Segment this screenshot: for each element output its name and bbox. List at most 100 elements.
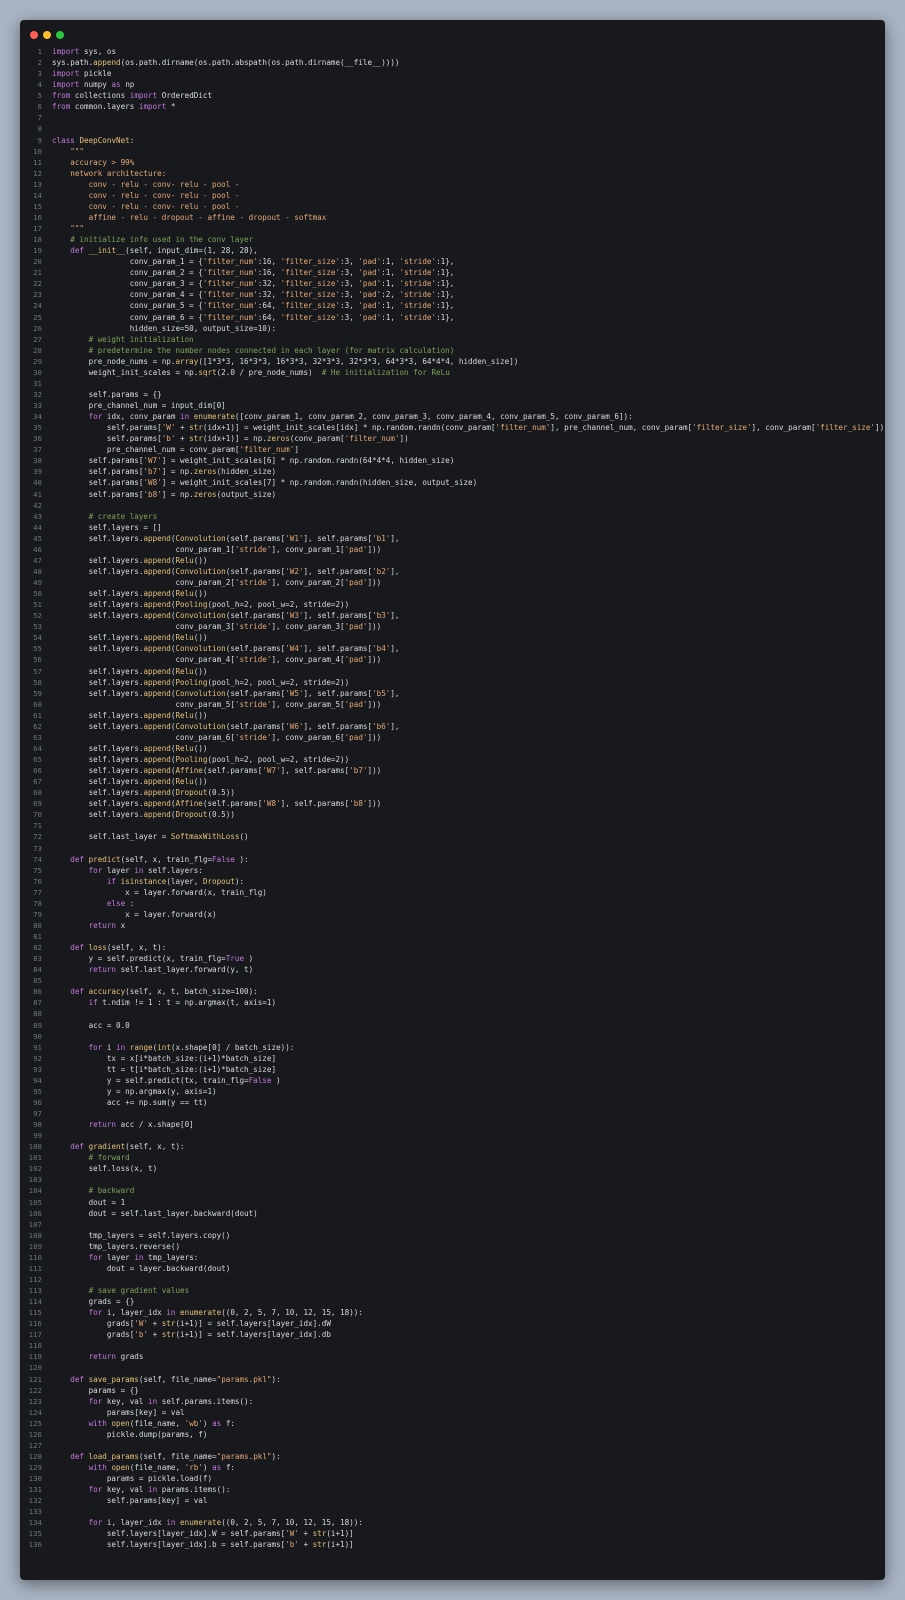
line-number: 48 [33, 566, 42, 576]
code-token: append [143, 589, 171, 599]
code-line: 126 pickle.dump(params, f) [20, 1429, 885, 1440]
code-token: ): [239, 854, 249, 864]
code-token: (2.0 / pre_node_nums) [216, 367, 322, 377]
code-token: y = self.predict(tx, train_flg= [52, 1075, 249, 1085]
code-token: self.layers[layer_idx].W = self.params[ [52, 1529, 286, 1539]
line-number: 80 [33, 920, 42, 930]
maximize-window-button[interactable] [56, 31, 64, 39]
code-line: 81 [20, 931, 885, 942]
close-window-button[interactable] [30, 31, 38, 39]
code-token: # create layers [52, 511, 158, 521]
code-token: append [143, 644, 171, 654]
code-token: 'stride' [234, 655, 272, 665]
code-text: conv_param_4 = {'filter_num':32, 'filter… [52, 289, 455, 300]
line-number: 107 [28, 1219, 42, 1229]
code-token: 'W2' [285, 566, 304, 576]
line-number: 100 [28, 1142, 42, 1152]
code-text: accuracy > 99% [52, 157, 134, 168]
code-token: 'filter_num' [202, 257, 258, 267]
code-token: def [52, 1142, 85, 1152]
code-token: 'filter_size' [280, 279, 341, 289]
code-token: Convolution [175, 533, 226, 543]
code-token: accuracy [88, 987, 126, 997]
code-token: (i+1)] = self.layers[layer_idx].dW [175, 1319, 331, 1329]
code-editor[interactable]: 1 import sys, os 2 sys.path.append(os.path.… [20, 46, 885, 1551]
code-token: ([1*3*3, 16*3*3, 16*3*3, 32*3*3, 32*3*3,… [198, 356, 519, 366]
code-token: 'filter_num' [202, 268, 258, 278]
code-text: self.layers.append(Dropout(0.5)) [52, 809, 235, 820]
code-line: 57 self.layers.append(Relu()) [20, 666, 885, 677]
code-token: self.layers. [52, 721, 144, 731]
code-token: def [52, 1374, 85, 1384]
code-line: 14 conv - relu - conv- relu - pool - [20, 190, 885, 201]
code-text: pickle.dump(params, f) [52, 1429, 208, 1440]
line-number: 7 [37, 113, 42, 123]
code-token: + [298, 1529, 313, 1539]
code-token: in [148, 1396, 158, 1406]
code-token: 'b2' [372, 566, 391, 576]
code-token: str [312, 1540, 327, 1550]
code-token: append [143, 755, 171, 764]
code-token: Affine [175, 799, 203, 809]
code-token: (i+1)] [326, 1540, 354, 1550]
code-token: 'pad' [344, 578, 368, 587]
code-token: :1}, [436, 290, 455, 300]
code-token: True [225, 954, 245, 964]
code-token: 'filter_num' [239, 445, 295, 455]
code-line: 43 # create layers [20, 511, 885, 522]
code-token: 'pad' [344, 699, 368, 709]
code-token: return [52, 1120, 117, 1130]
line-number: 49 [33, 578, 42, 587]
code-token: (self.params[ [202, 766, 263, 776]
code-token: append [143, 566, 171, 576]
code-text: tmp_layers.reverse() [52, 1241, 180, 1252]
code-token: hidden_size=50, output_size=10): [52, 323, 277, 333]
code-line: 107 [20, 1219, 885, 1230]
code-token: 'b8' [349, 799, 368, 809]
code-token: sys.path. [52, 58, 94, 68]
code-text: if isinstance(layer, Dropout): [52, 876, 244, 887]
code-line: 70 self.layers.append(Dropout(0.5)) [20, 809, 885, 820]
code-text: tt = t[i*batch_size:(i+1)*batch_size] [52, 1064, 276, 1075]
code-token: 'filter_size' [280, 301, 341, 311]
code-token: params[key] = val [52, 1407, 185, 1417]
code-token: Affine [175, 766, 203, 776]
code-line: 4 import numpy as np [20, 79, 885, 90]
code-line: 27 # weight initialization [20, 334, 885, 345]
code-text: sys.path.append(os.path.dirname(os.path.… [52, 57, 399, 68]
code-token: pre_node_nums = np. [52, 356, 176, 366]
code-token: Relu [175, 666, 194, 676]
code-token: (0.5)) [207, 810, 235, 820]
line-number: 110 [28, 1252, 42, 1262]
line-number: 105 [28, 1197, 42, 1207]
minimize-window-button[interactable] [43, 31, 51, 39]
code-line: 98 return acc / x.shape[0] [20, 1119, 885, 1130]
code-text: acc += np.sum(y == tt) [52, 1097, 208, 1108]
code-token: 'pad' [344, 732, 368, 742]
code-token: ], [390, 611, 400, 621]
code-token: (pool_h=2, pool_w=2, stride=2)) [207, 600, 350, 610]
code-text: y = np.argmax(y, axis=1) [52, 1086, 217, 1097]
code-token: conv_param_3[ [52, 622, 235, 632]
code-token: :1, [381, 312, 400, 322]
code-token: Pooling [175, 600, 208, 610]
code-token: ])) [367, 766, 382, 776]
code-token: (file_name, [129, 1418, 185, 1428]
code-line: 115 for i, layer_idx in enumerate((0, 2,… [20, 1307, 885, 1318]
code-token: "params.pkl" [216, 1374, 272, 1384]
code-text: self.layers.append(Relu()) [52, 632, 208, 643]
code-line: 3 import pickle [20, 68, 885, 79]
code-text: def loss(self, x, t): [52, 942, 166, 953]
code-token: :3, [340, 257, 359, 267]
line-number: 118 [28, 1341, 42, 1351]
line-number: 69 [33, 799, 42, 809]
code-text: y = self.predict(x, train_flg=True ) [52, 953, 254, 964]
code-text: conv_param_5 = {'filter_num':64, 'filter… [52, 300, 455, 311]
code-token: :3, [340, 290, 359, 300]
code-line: 101 # forward [20, 1152, 885, 1163]
code-token: ])) [367, 732, 382, 742]
code-token: ) [248, 954, 254, 964]
code-token: 'rb' [184, 1463, 203, 1472]
code-line: 17 """ [20, 223, 885, 234]
code-line: 90 [20, 1031, 885, 1042]
